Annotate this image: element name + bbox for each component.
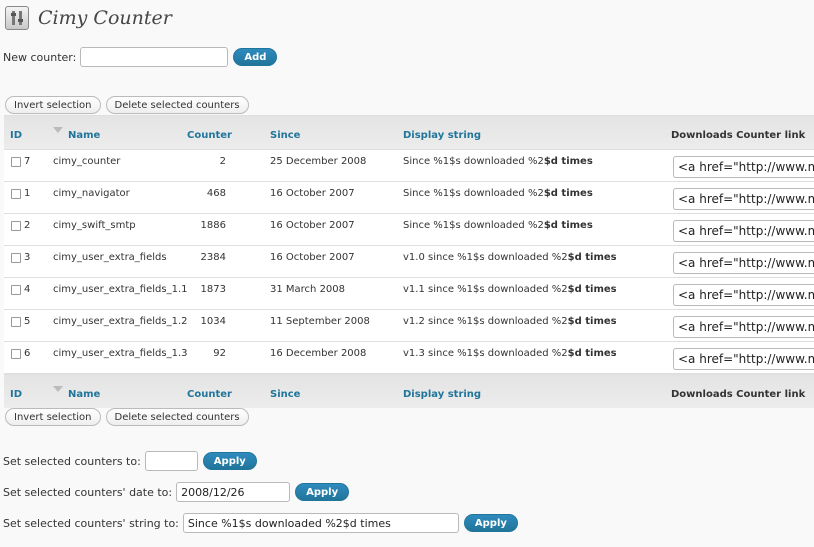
column-downloads-link: Downloads Counter link (671, 389, 806, 400)
add-button[interactable]: Add (233, 48, 278, 66)
column-display-string[interactable]: Display string (403, 389, 481, 400)
row-id: 2 (24, 220, 31, 231)
row-since: 11 September 2008 (270, 316, 370, 327)
set-string-input[interactable] (182, 513, 459, 533)
row-link-input[interactable]: <a href="http://www.marco (673, 348, 814, 370)
page-header: Cimy Counter (5, 4, 172, 32)
row-display-string: Since %1$s downloaded %2$d times (403, 220, 593, 231)
column-name[interactable]: Name (68, 130, 100, 141)
row-link-input[interactable]: <a href="http://www.marco (673, 284, 814, 306)
column-id[interactable]: ID (10, 130, 22, 141)
table-row: 1 cimy_navigator 468 16 October 2007 Sin… (4, 182, 814, 214)
apply-counter-button[interactable]: Apply (202, 452, 257, 470)
column-id[interactable]: ID (10, 389, 22, 400)
row-counter: 2384 (200, 252, 226, 263)
column-counter[interactable]: Counter (187, 130, 232, 141)
row-display-string: Since %1$s downloaded %2$d times (403, 188, 593, 199)
row-counter: 1886 (200, 220, 226, 231)
set-date-row: Set selected counters' date to: Apply (3, 482, 350, 502)
column-since[interactable]: Since (270, 389, 300, 400)
table-header: ID Name Counter Since Display string Dow… (4, 116, 814, 150)
delete-selected-button[interactable]: Delete selected counters (105, 96, 249, 114)
row-display-string: v1.3 since %1$s downloaded %2$d times (403, 348, 617, 359)
table-row: 2 cimy_swift_smtp 1886 16 October 2007 S… (4, 214, 814, 246)
row-id: 7 (24, 156, 31, 167)
row-name: cimy_swift_smtp (53, 220, 136, 231)
row-counter: 92 (213, 348, 226, 359)
row-counter: 1873 (200, 284, 226, 295)
row-checkbox[interactable] (11, 189, 21, 199)
row-checkbox[interactable] (11, 285, 21, 295)
sort-arrow-icon[interactable] (53, 127, 63, 133)
row-id: 6 (24, 348, 31, 359)
row-link-input[interactable]: <a href="http://www.marco (673, 252, 814, 274)
invert-selection-button[interactable]: Invert selection (5, 96, 101, 114)
counters-table: ID Name Counter Since Display string Dow… (4, 115, 814, 408)
row-display-string: v1.1 since %1$s downloaded %2$d times (403, 284, 617, 295)
set-string-row: Set selected counters' string to: Apply (3, 513, 518, 533)
table-row: 4 cimy_user_extra_fields_1.1 1873 31 Mar… (4, 278, 814, 310)
sort-arrow-icon[interactable] (53, 386, 63, 392)
set-date-label: Set selected counters' date to: (3, 485, 173, 499)
row-since: 25 December 2008 (270, 156, 367, 167)
bulk-actions-top: Invert selection Delete selected counter… (5, 96, 249, 114)
table-footer: ID Name Counter Since Display string Dow… (4, 374, 814, 408)
row-display-string: Since %1$s downloaded %2$d times (403, 156, 593, 167)
row-checkbox[interactable] (11, 253, 21, 263)
page-title: Cimy Counter (38, 7, 172, 29)
row-since: 16 December 2008 (270, 348, 367, 359)
row-id: 5 (24, 316, 31, 327)
row-counter: 1034 (200, 316, 226, 327)
row-name: cimy_user_extra_fields_1.2 (53, 316, 188, 327)
row-since: 31 March 2008 (270, 284, 346, 295)
new-counter-row: New counter: Add (3, 47, 278, 67)
row-name: cimy_user_extra_fields (53, 252, 167, 263)
column-since[interactable]: Since (270, 130, 300, 141)
table-row: 7 cimy_counter 2 25 December 2008 Since … (4, 150, 814, 182)
apply-date-button[interactable]: Apply (295, 483, 350, 501)
row-link-input[interactable]: <a href="http://www.marco (673, 156, 814, 178)
row-display-string: v1.2 since %1$s downloaded %2$d times (403, 316, 617, 327)
apply-string-button[interactable]: Apply (463, 514, 518, 532)
row-name: cimy_user_extra_fields_1.3 (53, 348, 188, 359)
set-counter-label: Set selected counters to: (3, 454, 141, 468)
table-row: 3 cimy_user_extra_fields 2384 16 October… (4, 246, 814, 278)
new-counter-input[interactable] (80, 47, 229, 67)
row-id: 4 (24, 284, 31, 295)
bulk-actions-bottom: Invert selection Delete selected counter… (5, 408, 249, 426)
row-name: cimy_navigator (53, 188, 130, 199)
row-since: 16 October 2007 (270, 220, 355, 231)
column-display-string[interactable]: Display string (403, 130, 481, 141)
row-id: 1 (24, 188, 31, 199)
set-counter-row: Set selected counters to: Apply (3, 451, 257, 471)
invert-selection-button[interactable]: Invert selection (5, 408, 101, 426)
delete-selected-button[interactable]: Delete selected counters (105, 408, 249, 426)
set-counter-input[interactable] (144, 451, 198, 471)
row-counter: 2 (219, 156, 226, 167)
row-since: 16 October 2007 (270, 188, 355, 199)
row-counter: 468 (206, 188, 226, 199)
row-link-input[interactable]: <a href="http://www.marco (673, 316, 814, 338)
set-string-label: Set selected counters' string to: (3, 516, 179, 530)
column-counter[interactable]: Counter (187, 389, 232, 400)
row-checkbox[interactable] (11, 317, 21, 327)
row-display-string: v1.0 since %1$s downloaded %2$d times (403, 252, 617, 263)
row-link-input[interactable]: <a href="http://www.marco (673, 220, 814, 242)
row-name: cimy_counter (53, 156, 121, 167)
table-row: 5 cimy_user_extra_fields_1.2 1034 11 Sep… (4, 310, 814, 342)
row-checkbox[interactable] (11, 157, 21, 167)
row-checkbox[interactable] (11, 349, 21, 359)
row-name: cimy_user_extra_fields_1.1 (53, 284, 188, 295)
row-checkbox[interactable] (11, 221, 21, 231)
set-date-input[interactable] (176, 482, 291, 502)
table-row: 6 cimy_user_extra_fields_1.3 92 16 Decem… (4, 342, 814, 374)
row-since: 16 October 2007 (270, 252, 355, 263)
tools-icon (5, 6, 29, 30)
row-id: 3 (24, 252, 31, 263)
new-counter-label: New counter: (3, 50, 77, 64)
row-link-input[interactable]: <a href="http://www.marco (673, 188, 814, 210)
column-name[interactable]: Name (68, 389, 100, 400)
column-downloads-link: Downloads Counter link (671, 130, 806, 141)
